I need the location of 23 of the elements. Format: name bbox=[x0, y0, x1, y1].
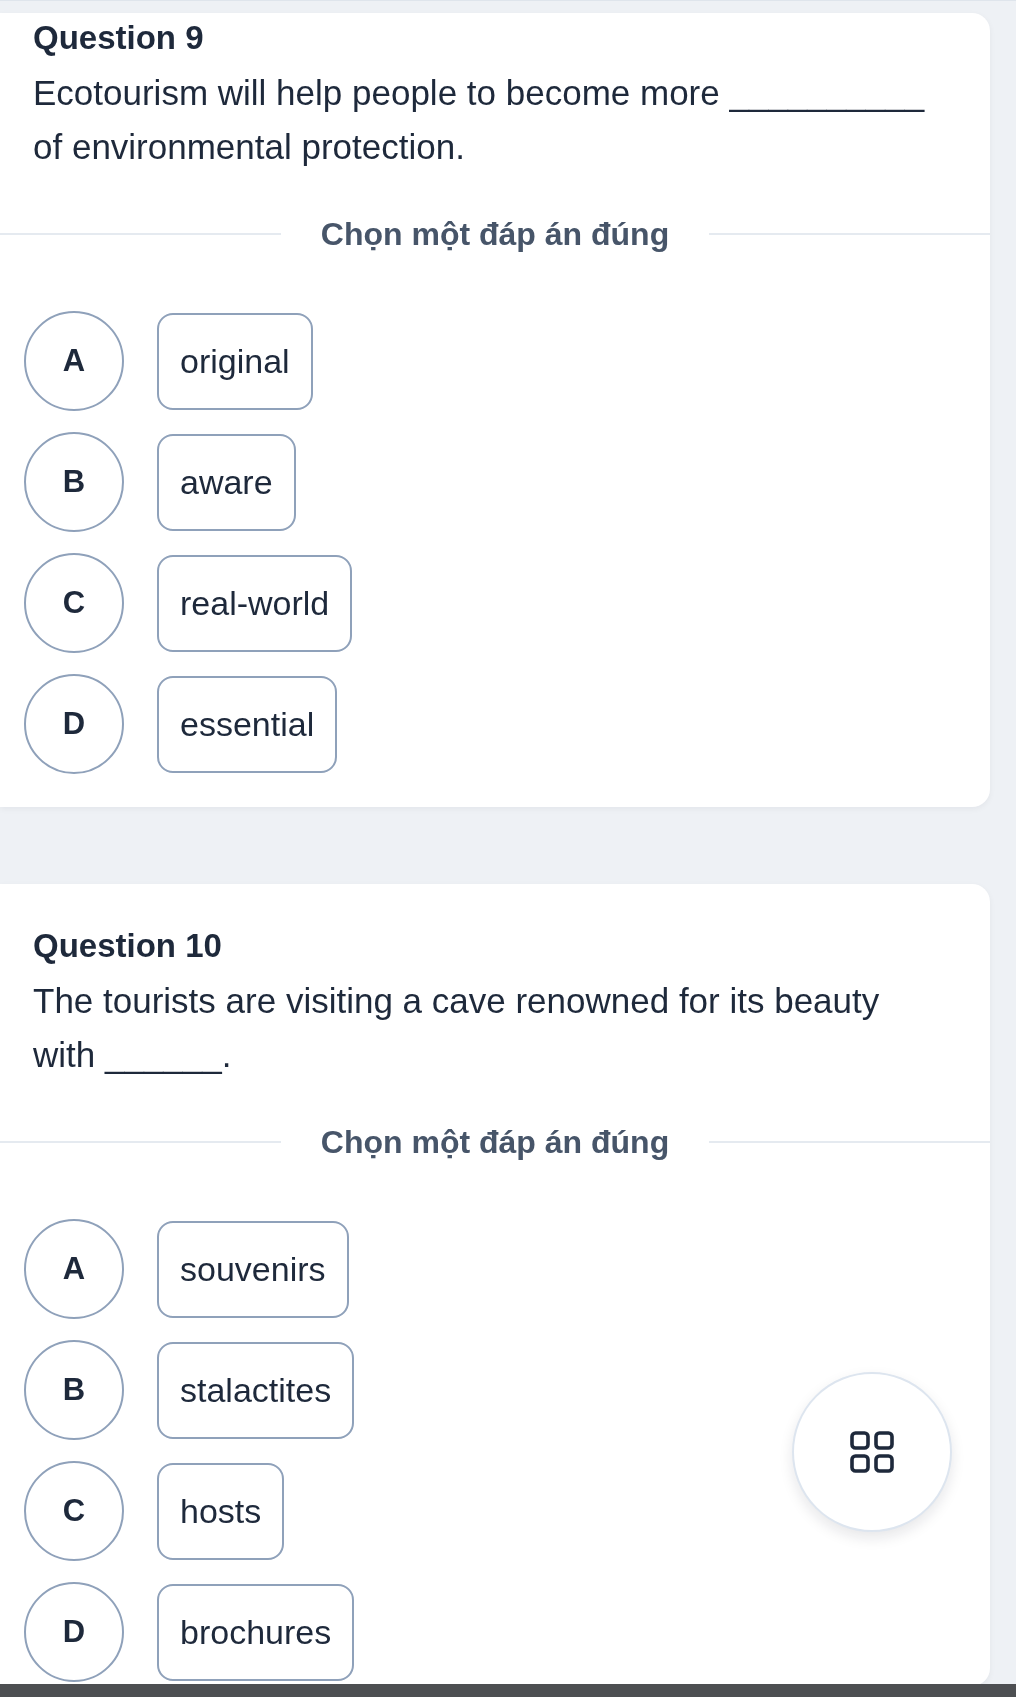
option-letter[interactable]: B bbox=[24, 432, 124, 532]
grid-icon bbox=[850, 1431, 894, 1473]
question-text: The tourists are visiting a cave renowned for its beauty with ______. bbox=[33, 980, 881, 1076]
answer-option[interactable]: brochures bbox=[157, 1583, 355, 1681]
question-title: Question 10 bbox=[33, 926, 222, 966]
instruction-label: Chọn một đáp án đúng bbox=[320, 1123, 670, 1162]
answer-option[interactable]: souvenirs bbox=[157, 1220, 349, 1318]
answer-option[interactable]: real-world bbox=[157, 554, 353, 652]
instruction-label: Chọn một đáp án đúng bbox=[320, 215, 670, 254]
option-letter[interactable]: C bbox=[24, 553, 124, 653]
answer-option[interactable]: original bbox=[157, 312, 313, 410]
option-letter[interactable]: D bbox=[24, 674, 124, 774]
option-letter[interactable]: A bbox=[24, 311, 124, 411]
option-letter[interactable]: D bbox=[24, 1582, 124, 1682]
answer-option[interactable]: hosts bbox=[157, 1462, 285, 1560]
option-letter[interactable]: B bbox=[24, 1340, 124, 1440]
question-text: Ecotourism will help people to become more __________ of environmental protection. bbox=[33, 72, 926, 168]
option-letter[interactable]: A bbox=[24, 1219, 124, 1319]
answer-option[interactable]: stalactites bbox=[157, 1341, 355, 1439]
option-letter[interactable]: C bbox=[24, 1461, 124, 1561]
answer-option[interactable]: aware bbox=[157, 433, 296, 531]
answer-option[interactable]: essential bbox=[157, 675, 338, 773]
question-title: Question 9 bbox=[33, 18, 204, 58]
